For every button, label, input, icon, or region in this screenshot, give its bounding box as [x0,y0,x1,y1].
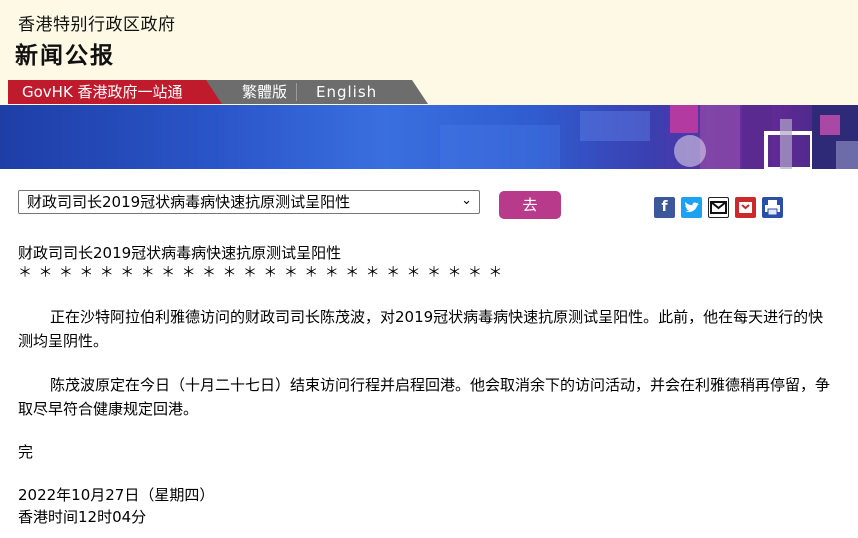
facebook-icon[interactable]: f [654,197,675,218]
language-tabs: 繁體版 English [206,80,428,104]
article-end-mark: 完 [18,443,34,461]
title-separator: ＊ ＊ ＊ ＊ ＊ ＊ ＊ ＊ ＊ ＊ ＊ ＊ ＊ ＊ ＊ ＊ ＊ ＊ ＊ ＊ … [18,265,504,281]
article-paragraph: 陈茂波原定在今日（十月二十七日）结束访问行程并启程回港。他会取消余下的访问活动，… [18,376,831,418]
go-button[interactable]: 去 [499,191,561,219]
traditional-chinese-link[interactable]: 繁體版 [242,80,287,104]
bookmark-icon[interactable] [735,197,756,218]
english-link[interactable]: English [316,80,377,104]
govhk-link[interactable]: GovHK 香港政府一站通 [8,80,226,104]
article-paragraph: 正在沙特阿拉伯利雅德访问的财政司司长陈茂波，对2019冠状病毒病快速抗原测试呈阳… [18,308,824,350]
divider [296,83,297,101]
government-name: 香港特别行政区政府 [18,15,176,35]
news-navigation: 财政司司长2019冠状病毒病快速抗原测试呈阳性 ⌄ 去 f [0,180,858,228]
print-icon[interactable] [762,197,783,218]
page-title: 新闻公报 [15,43,115,69]
decorative-banner [0,105,858,169]
article-title: 财政司司长2019冠状病毒病快速抗原测试呈阳性 [18,244,342,262]
release-time: 香港时间12时04分 [18,508,147,526]
top-nav: GovHK 香港政府一站通 繁體版 English [0,80,858,105]
chevron-down-icon: ⌄ [461,193,472,208]
email-icon[interactable] [708,197,729,218]
news-select-dropdown[interactable]: 财政司司长2019冠状病毒病快速抗原测试呈阳性 ⌄ [18,190,480,214]
banner-graphic [440,105,858,169]
page-header: 香港特别行政区政府 新闻公报 [0,0,858,80]
release-date: 2022年10月27日（星期四） [18,486,215,504]
selected-news-value: 财政司司长2019冠状病毒病快速抗原测试呈阳性 [27,193,351,211]
twitter-icon[interactable] [681,197,702,218]
